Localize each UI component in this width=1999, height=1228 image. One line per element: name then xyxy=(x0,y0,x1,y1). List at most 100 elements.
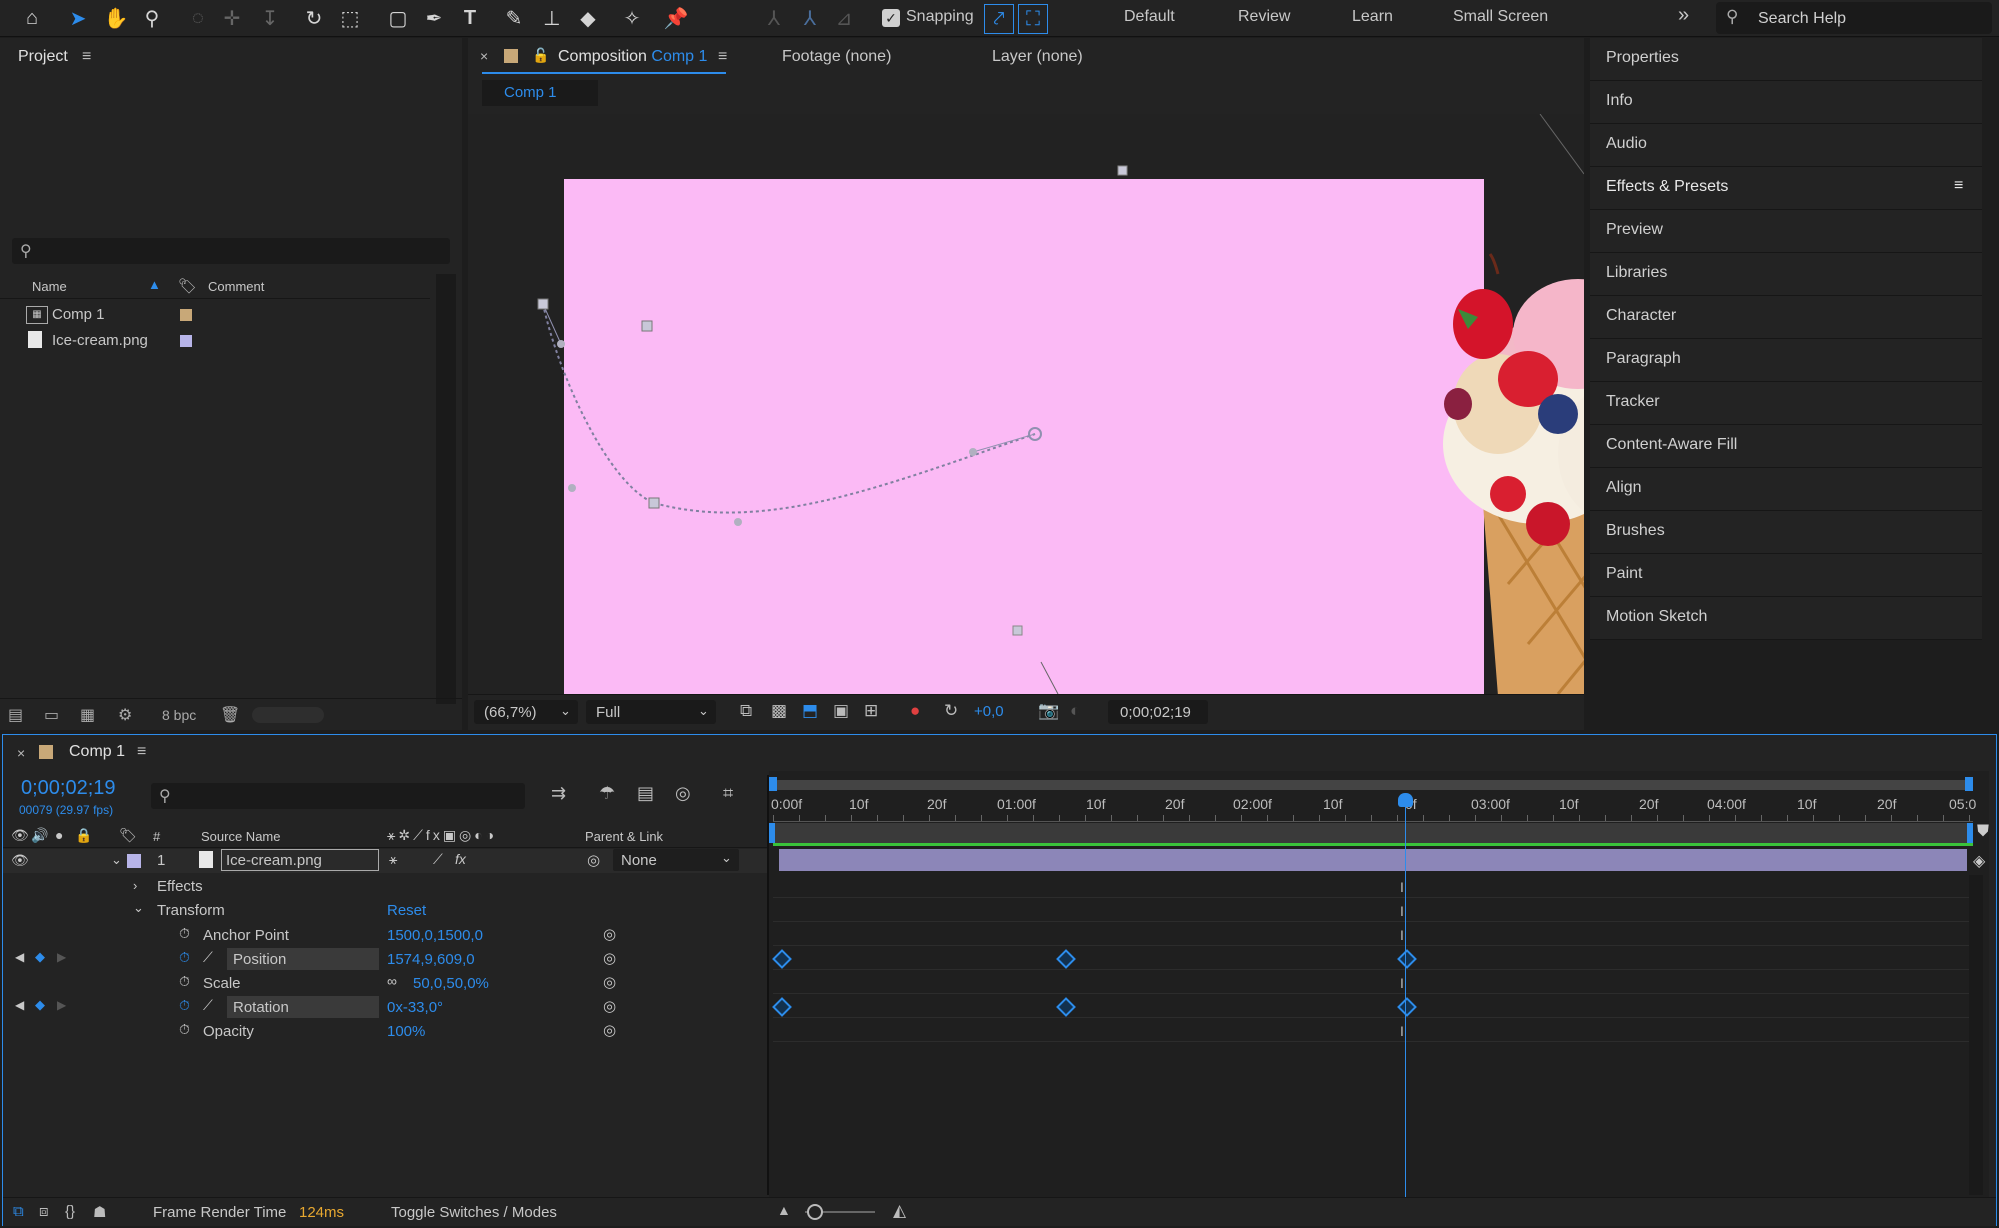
property-name-highlight[interactable]: Rotation xyxy=(227,996,379,1018)
show-snapshot-icon[interactable]: ◐ xyxy=(1070,701,1080,721)
close-tab-icon[interactable]: × xyxy=(480,48,488,64)
interpret-footage-icon[interactable]: ▤ xyxy=(8,705,23,725)
stopwatch-icon[interactable]: ⏱ xyxy=(179,973,190,990)
comp-start-marker[interactable] xyxy=(769,823,775,843)
timeline-zoom-handle[interactable] xyxy=(807,1204,823,1220)
panel-character[interactable]: Character xyxy=(1590,296,1982,339)
panel-content-aware-fill[interactable]: Content-Aware Fill xyxy=(1590,425,1982,468)
layer-tab[interactable]: Layer (none) xyxy=(992,48,1083,66)
pen-tool-icon[interactable]: ✒ xyxy=(420,4,448,32)
graph-icon[interactable]: ⟋ xyxy=(203,949,213,966)
workspace-default[interactable]: Default xyxy=(1124,8,1175,26)
add-keyframe-icon[interactable]: ◆ xyxy=(35,997,45,1013)
bezier-handle[interactable] xyxy=(557,340,565,348)
resolution-dropdown[interactable]: Full ⌄ xyxy=(586,700,716,724)
layer-row[interactable]: 👁 ⌄ 1 Ice-cream.png ⚹ ⟋ fx ◎ None ⌄ xyxy=(3,849,771,873)
sort-ascending-icon[interactable]: ▲ xyxy=(148,277,161,292)
timeline-search-input[interactable]: ⚲ xyxy=(151,783,525,809)
snap-edges-icon[interactable]: ⤤ xyxy=(984,4,1014,34)
layer-switches-toggle-icon[interactable]: ⧉ xyxy=(13,1203,24,1220)
property-row-rotation[interactable]: ◀ ◆ ▶ ⏱ ⟋ Rotation 0x-33,0° ◎ xyxy=(3,995,771,1019)
new-composition-icon[interactable]: ▦ xyxy=(80,705,95,725)
property-value[interactable]: 100% xyxy=(387,1023,425,1040)
pick-whip-icon[interactable]: ◎ xyxy=(603,925,616,943)
property-value[interactable]: 1500,0,1500,0 xyxy=(387,927,483,944)
frame-blending-icon[interactable]: ▤ xyxy=(637,783,654,804)
layer-duration-bar[interactable] xyxy=(779,849,1967,871)
snapping-checkbox[interactable]: ✓ xyxy=(882,9,900,27)
work-area-end-handle[interactable] xyxy=(1965,777,1973,791)
roto-brush-tool-icon[interactable]: ✧ xyxy=(618,4,646,32)
search-help-box[interactable]: ⚲ Search Help xyxy=(1716,2,1992,34)
more-workspaces-icon[interactable]: » xyxy=(1678,4,1689,27)
workspace-learn[interactable]: Learn xyxy=(1352,8,1393,26)
project-item[interactable]: Ice-cream.png xyxy=(0,328,430,354)
panel-brushes[interactable]: Brushes xyxy=(1590,511,1982,554)
property-row-opacity[interactable]: ⏱ Opacity 100% ◎ xyxy=(3,1019,771,1043)
source-name-header[interactable]: Source Name xyxy=(201,829,280,844)
dolly-camera-icon[interactable]: ↧ xyxy=(256,4,284,32)
stopwatch-icon[interactable]: ⏱ xyxy=(179,997,190,1014)
panel-paragraph[interactable]: Paragraph xyxy=(1590,339,1982,382)
work-area-bar[interactable] xyxy=(773,780,1973,790)
pick-whip-icon[interactable]: ◎ xyxy=(603,1021,616,1039)
viewer-canvas[interactable] xyxy=(468,114,1584,694)
property-name-highlight[interactable]: Position xyxy=(227,948,379,970)
layer-handle[interactable] xyxy=(641,320,653,332)
next-keyframe-icon[interactable]: ▶ xyxy=(57,950,66,964)
prev-keyframe-icon[interactable]: ◀ xyxy=(15,998,24,1012)
shy-switch-icon[interactable]: ⚹ xyxy=(389,851,397,868)
selection-tool-icon[interactable]: ➤ xyxy=(64,4,92,32)
label-color-swatch[interactable] xyxy=(180,335,192,347)
shy-layers-icon[interactable]: ☂ xyxy=(599,783,615,804)
zoom-dropdown[interactable]: (66,7%) ⌄ xyxy=(474,700,578,724)
axis-world-icon[interactable]: ⅄ xyxy=(796,4,824,32)
transparency-grid-icon[interactable]: ▩ xyxy=(771,701,787,721)
render-time-toggle-icon[interactable]: ☗ xyxy=(93,1203,106,1221)
next-keyframe-icon[interactable]: ▶ xyxy=(57,998,66,1012)
playhead-handle[interactable] xyxy=(1398,793,1413,807)
composition-viewer[interactable] xyxy=(468,114,1584,694)
transfer-controls-toggle-icon[interactable]: ⧈ xyxy=(39,1203,49,1220)
puppet-pin-tool-icon[interactable]: 📌 xyxy=(662,4,690,32)
label-tag-icon[interactable]: 🏷 xyxy=(178,277,197,295)
snap-features-icon[interactable]: ⛶ xyxy=(1018,4,1048,34)
region-of-interest-icon[interactable]: ▣ xyxy=(833,701,849,721)
transform-group-row[interactable]: ⌄ Transform Reset xyxy=(3,899,771,923)
keyframe-navigator-icon[interactable]: ◈ xyxy=(1973,851,1985,871)
pick-whip-icon[interactable]: ◎ xyxy=(587,851,600,869)
name-column-header[interactable]: Name xyxy=(32,279,67,294)
stopwatch-icon[interactable]: ⏱ xyxy=(179,1021,190,1038)
position-keyframe-point[interactable] xyxy=(648,497,660,509)
close-tab-icon[interactable]: × xyxy=(17,745,25,761)
pan-behind-tool-icon[interactable]: ⬚ xyxy=(336,4,364,32)
current-timecode[interactable]: 0;00;02;19 xyxy=(21,777,116,800)
layer-collapse-chevron-icon[interactable]: ⌄ xyxy=(111,852,122,868)
panel-info[interactable]: Info xyxy=(1590,81,1982,124)
property-value[interactable]: 50,0,50,0% xyxy=(413,975,489,992)
expand-chevron-icon[interactable]: › xyxy=(133,878,137,893)
panel-align[interactable]: Align xyxy=(1590,468,1982,511)
comp-end-marker[interactable] xyxy=(1967,823,1973,843)
quality-switch-icon[interactable]: ⟋ xyxy=(433,851,443,868)
home-icon[interactable]: ⌂ xyxy=(18,4,46,32)
property-row-anchor-point[interactable]: ⏱ Anchor Point 1500,0,1500,0 ◎ xyxy=(3,923,771,947)
stopwatch-icon[interactable]: ⏱ xyxy=(179,925,190,942)
comp-mini-flowchart-icon[interactable]: ⇉ xyxy=(551,783,566,804)
axis-view-icon[interactable]: ⊿ xyxy=(830,4,858,32)
zoom-out-icon[interactable]: ▲ xyxy=(777,1202,791,1218)
audio-speaker-icon[interactable]: 🔊 xyxy=(31,827,48,844)
timeline-tab-title[interactable]: Comp 1 xyxy=(69,743,125,761)
in-out-toggle-icon[interactable]: {} xyxy=(65,1203,75,1220)
project-settings-icon[interactable]: ⚙ xyxy=(118,705,132,725)
composition-tab[interactable]: Composition Comp 1 xyxy=(558,48,707,66)
comp-marker-icon[interactable]: ⛊ xyxy=(1977,823,1989,841)
type-tool-icon[interactable]: T xyxy=(456,4,484,32)
new-folder-icon[interactable]: ▭ xyxy=(44,705,59,725)
property-value[interactable]: 0x-33,0° xyxy=(387,999,443,1016)
lock-icon[interactable]: 🔓 xyxy=(532,47,549,64)
bezier-handle[interactable] xyxy=(734,518,742,526)
panel-properties[interactable]: Properties xyxy=(1590,38,1982,81)
workspace-small-screen[interactable]: Small Screen xyxy=(1453,8,1548,26)
timeline-scrollbar[interactable] xyxy=(1969,875,1983,1195)
